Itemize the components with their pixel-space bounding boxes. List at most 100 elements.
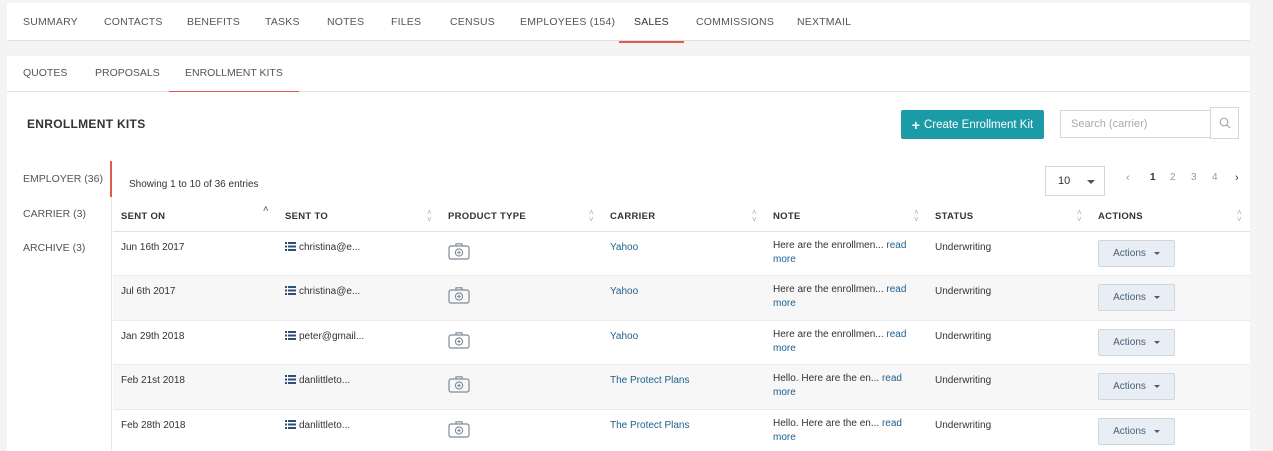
create-enrollment-kit-label: Create Enrollment Kit — [923, 118, 1034, 131]
sort-asc-icon: ˄ — [262, 204, 269, 215]
carrier-cell[interactable]: The Protect Plans — [602, 364, 765, 410]
entries-info: Showing 1 to 10 of 36 entries — [129, 179, 259, 190]
actions-cell: Actions — [1090, 275, 1250, 321]
tab-notes[interactable]: NOTES — [327, 3, 364, 41]
create-enrollment-kit-button[interactable]: + Create Enrollment Kit — [901, 110, 1044, 139]
actions-button[interactable]: Actions — [1098, 373, 1175, 400]
status-cell: Underwriting — [927, 275, 1090, 321]
page-size-value: 10 — [1058, 175, 1071, 187]
sort-icon: ˄ ˅ — [1077, 208, 1082, 224]
product-type-cell — [440, 409, 602, 451]
col-note[interactable]: NOTE ˄ ˅ — [765, 202, 927, 232]
medical-kit-icon — [448, 376, 470, 393]
product-type-cell — [440, 320, 602, 365]
list-icon — [285, 419, 296, 429]
col-status[interactable]: STATUS ˄ ˅ — [927, 202, 1090, 232]
col-product-type[interactable]: PRODUCT TYPE ˄ ˅ — [440, 202, 602, 232]
medical-kit-icon — [448, 420, 470, 438]
status-cell: Underwriting — [927, 231, 1090, 276]
tab-nextmail[interactable]: NEXTMAIL — [797, 3, 851, 41]
table-row: Jun 16th 2017 christina@e... Yahoo Here … — [113, 231, 1250, 276]
actions-button[interactable]: Actions — [1098, 328, 1175, 356]
carrier-cell[interactable]: Yahoo — [602, 275, 765, 321]
tab-sales[interactable]: SALES — [619, 3, 684, 43]
actions-button[interactable]: Actions — [1098, 239, 1175, 267]
caret-down-icon — [1153, 251, 1160, 255]
search-input[interactable] — [1060, 110, 1211, 138]
page-size-select[interactable]: 10 — [1045, 166, 1105, 196]
carrier-cell[interactable]: The Protect Plans — [602, 409, 765, 451]
pager-page-2[interactable]: 2 — [1170, 172, 1176, 183]
caret-down-icon — [1153, 429, 1160, 433]
product-type-cell — [440, 275, 602, 321]
table-row: Jan 29th 2018 peter@gmail... Yahoo Here … — [113, 320, 1250, 365]
caret-down-icon — [1153, 385, 1160, 388]
search-icon — [1219, 117, 1230, 129]
page-title: ENROLLMENT KITS — [27, 117, 146, 131]
table-row: Jul 6th 2017 christina@e... Yahoo Here a… — [113, 275, 1250, 321]
tab-contacts[interactable]: CONTACTS — [104, 3, 163, 41]
tab-files[interactable]: FILES — [391, 3, 421, 41]
sent-to-cell: danlittleto... — [277, 364, 440, 410]
search-button[interactable] — [1210, 107, 1239, 139]
sent-on-cell: Jan 29th 2018 — [113, 320, 277, 365]
pager-prev[interactable]: ‹ — [1126, 172, 1130, 184]
sent-on-cell: Jul 6th 2017 — [113, 275, 277, 321]
sort-icon: ˄ ˅ — [752, 208, 757, 224]
caret-down-icon — [1153, 340, 1160, 344]
tab-tasks[interactable]: TASKS — [265, 3, 300, 41]
list-icon — [285, 375, 296, 384]
status-cell: Underwriting — [927, 320, 1090, 365]
actions-cell: Actions — [1090, 364, 1250, 410]
sort-icon: ˄ ˅ — [914, 208, 919, 224]
list-icon — [285, 286, 296, 295]
table-row: Feb 28th 2018 danlittleto... The Protect… — [113, 409, 1250, 451]
note-cell: Hello. Here are the en... read more — [765, 409, 927, 451]
actions-cell: Actions — [1090, 409, 1250, 451]
actions-button[interactable]: Actions — [1098, 284, 1175, 311]
filter-divider — [111, 197, 112, 451]
carrier-cell[interactable]: Yahoo — [602, 320, 765, 365]
tab-census[interactable]: CENSUS — [450, 3, 495, 41]
sent-to-cell: peter@gmail... — [277, 320, 440, 365]
active-filter-indicator — [110, 161, 112, 197]
actions-cell: Actions — [1090, 231, 1250, 276]
col-actions[interactable]: ACTIONS ˄ ˅ — [1090, 202, 1250, 232]
tab-benefits[interactable]: BENEFITS — [187, 3, 240, 41]
sort-icon: ˄ ˅ — [1237, 208, 1242, 224]
pager-page-4[interactable]: 4 — [1212, 172, 1218, 183]
list-icon — [285, 330, 296, 340]
note-cell: Hello. Here are the en... read more — [765, 364, 927, 410]
enrollment-kits-table: SENT ON ˄ SENT TO ˄ ˅ PRODUCT TYPE ˄ ˅ CARRIE… — [113, 202, 1250, 451]
tab-summary[interactable]: SUMMARY — [23, 3, 78, 41]
pager-page-3[interactable]: 3 — [1191, 172, 1197, 183]
filter-carrier[interactable]: CARRIER (3) — [23, 208, 113, 220]
tab-quotes[interactable]: QUOTES — [23, 56, 67, 91]
top-navigation: SUMMARY CONTACTS BENEFITS TASKS NOTES FI… — [7, 3, 1250, 43]
note-cell: Here are the enrollmen... read more — [765, 320, 927, 365]
list-icon — [285, 241, 296, 251]
pager-page-1[interactable]: 1 — [1150, 172, 1156, 183]
col-sent-to[interactable]: SENT TO ˄ ˅ — [277, 202, 440, 232]
filter-employer[interactable]: EMPLOYER (36) — [23, 173, 113, 185]
sort-icon: ˄ ˅ — [589, 208, 594, 224]
sent-on-cell: Feb 28th 2018 — [113, 409, 277, 451]
col-carrier[interactable]: CARRIER ˄ ˅ — [602, 202, 765, 232]
product-type-cell — [440, 231, 602, 276]
table-header: SENT ON ˄ SENT TO ˄ ˅ PRODUCT TYPE ˄ ˅ CARRIE… — [113, 202, 1250, 232]
sent-on-cell: Feb 21st 2018 — [113, 364, 277, 410]
sent-to-cell: christina@e... — [277, 231, 440, 276]
actions-button[interactable]: Actions — [1098, 417, 1175, 445]
status-cell: Underwriting — [927, 409, 1090, 451]
tab-commissions[interactable]: COMMISSIONS — [696, 3, 774, 41]
tab-proposals[interactable]: PROPOSALS — [95, 56, 160, 91]
tab-enrollment-kits[interactable]: ENROLLMENT KITS — [169, 56, 299, 93]
carrier-cell[interactable]: Yahoo — [602, 231, 765, 276]
actions-cell: Actions — [1090, 320, 1250, 365]
medical-kit-icon — [448, 331, 470, 349]
product-type-cell — [440, 364, 602, 410]
filter-archive[interactable]: ARCHIVE (3) — [23, 242, 113, 254]
tab-employees[interactable]: EMPLOYEES (154) — [520, 3, 615, 41]
col-sent-on[interactable]: SENT ON ˄ — [113, 202, 277, 232]
pager-next[interactable]: › — [1235, 172, 1239, 184]
